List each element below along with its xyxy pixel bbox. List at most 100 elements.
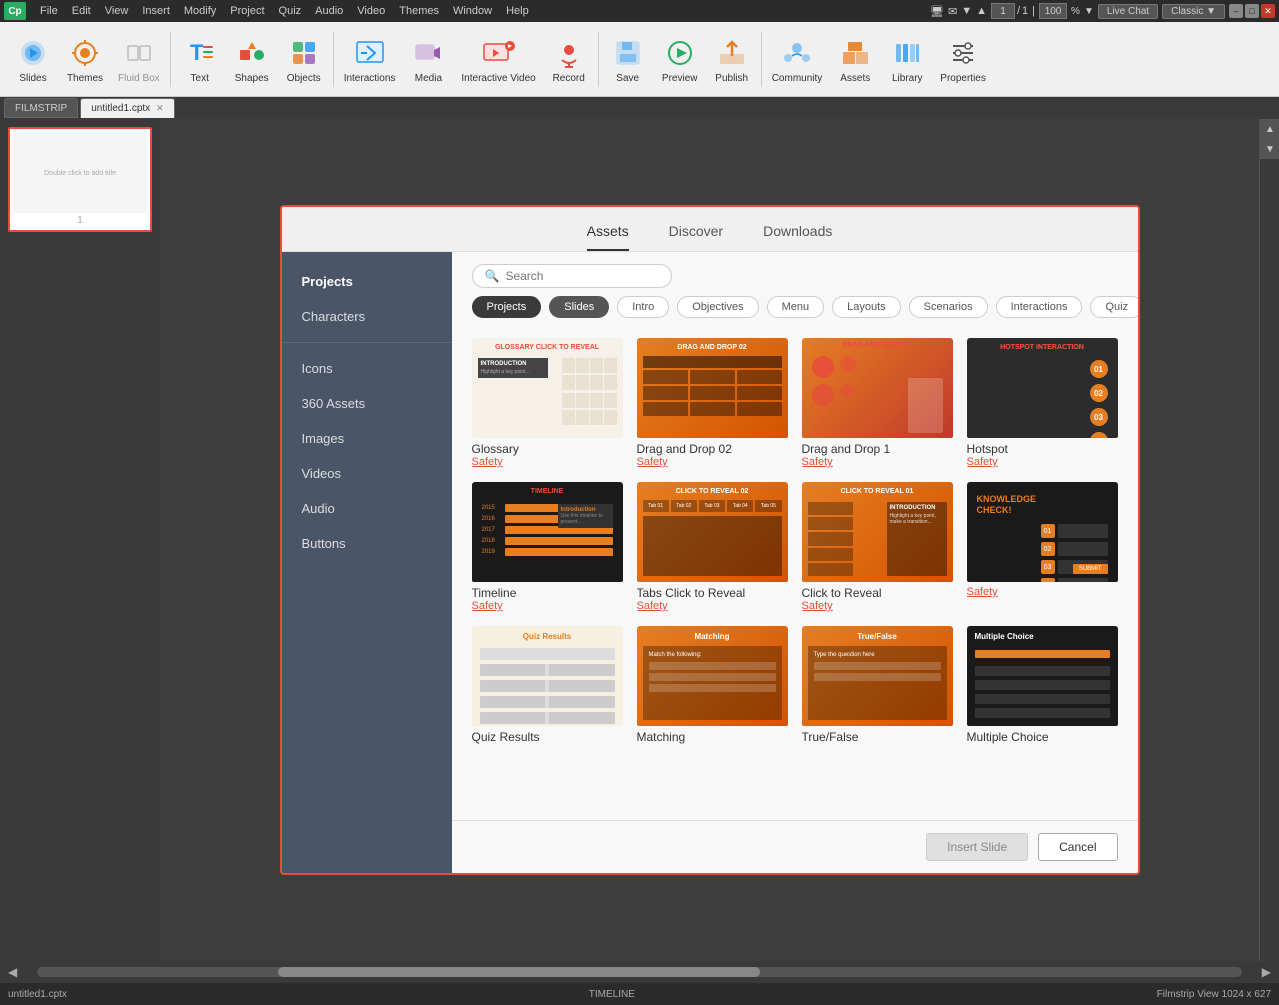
grid-item-tf[interactable]: Type the question here True/False [802,626,953,744]
filter-menu[interactable]: Menu [767,296,825,318]
live-chat-button[interactable]: Live Chat [1098,4,1158,19]
maximize-button[interactable]: □ [1245,4,1259,18]
page-current-input[interactable] [991,3,1015,19]
nav-360assets[interactable]: 360 Assets [282,386,452,421]
filter-interactions[interactable]: Interactions [996,296,1083,318]
nav-characters[interactable]: Characters [282,299,452,334]
toolbar-objects[interactable]: Objects [279,26,329,92]
grid-item-dnd02[interactable]: Drag and Drop 02 Safety [637,338,788,468]
menu-audio[interactable]: Audio [309,3,349,19]
cancel-button[interactable]: Cancel [1038,833,1117,861]
close-button[interactable]: ✕ [1261,4,1275,18]
filter-intro[interactable]: Intro [617,296,669,318]
modal-tab-downloads[interactable]: Downloads [763,223,832,251]
toolbar-preview[interactable]: Preview [655,26,705,92]
filter-layouts[interactable]: Layouts [832,296,901,318]
menu-insert[interactable]: Insert [136,3,176,19]
timeline-label: TIMELINE [67,989,1157,1000]
filter-projects[interactable]: Projects [472,296,542,318]
tab-file-label: untitled1.cptx [91,103,150,114]
toolbar-interactions[interactable]: Interactions [338,26,402,92]
filmstrip-slide-1[interactable]: Double click to add title 1 [8,127,152,232]
dnd02-sublabel[interactable]: Safety [637,456,788,468]
toolbar-save[interactable]: Save [603,26,653,92]
scroll-left-arrow[interactable]: ◀ [8,965,17,979]
filter-quiz[interactable]: Quiz [1090,296,1137,318]
toolbar-assets[interactable]: Assets [830,26,880,92]
modal-body: Projects Characters Icons 360 Assets Ima… [282,252,1138,873]
grid-item-knowledge[interactable]: KNOWLEDGECHECK! 01 02 03 04 SUBMIT [967,482,1118,612]
nav-audio[interactable]: Audio [282,491,452,526]
toolbar-interactive-video[interactable]: Interactive Video [455,26,541,92]
grid-item-tabs[interactable]: Tab 01 Tab 02 Tab 03 Tab 04 Tab 05 [637,482,788,612]
grid-item-ctr[interactable]: INTRODUCTION Highlight a key point, make… [802,482,953,612]
preview-label: Preview [662,73,698,84]
save-label: Save [616,73,639,84]
scroll-right-arrow[interactable]: ▶ [1262,965,1271,979]
asset-library-modal: Assets Discover Downloads Projects Chara… [280,205,1140,875]
minimize-button[interactable]: – [1229,4,1243,18]
tabs-sublabel[interactable]: Safety [637,600,788,612]
menu-view[interactable]: View [99,3,135,19]
knowledge-sublabel[interactable]: Safety [967,586,1118,598]
scrollbar-thumb [278,967,760,977]
toolbar-community[interactable]: Community [766,26,829,92]
hotspot-sublabel[interactable]: Safety [967,456,1118,468]
record-label: Record [553,73,585,84]
scroll-down-arrow[interactable]: ▼ [1260,139,1279,159]
grid-item-dnd01[interactable]: Drag and Drop 1 Safety [802,338,953,468]
grid-item-quiz[interactable]: Quiz Results [472,626,623,744]
filter-objectives[interactable]: Objectives [677,296,758,318]
modal-grid: INTRODUCTION Highlight a key point... [472,328,1118,754]
menu-project[interactable]: Project [224,3,270,19]
search-input[interactable] [505,269,645,283]
insert-slide-button[interactable]: Insert Slide [926,833,1028,861]
nav-videos[interactable]: Videos [282,456,452,491]
grid-item-mc[interactable]: Multiple Choice [967,626,1118,744]
page-zoom: | [1032,5,1035,17]
tab-close-icon[interactable]: ✕ [156,103,164,114]
modal-tab-assets[interactable]: Assets [587,223,629,251]
nav-images[interactable]: Images [282,421,452,456]
scroll-up-arrow[interactable]: ▲ [1260,119,1279,139]
toolbar-record[interactable]: Record [544,26,594,92]
filter-slides[interactable]: Slides [549,296,609,318]
toolbar-themes[interactable]: Themes [60,26,110,92]
grid-item-timeline[interactable]: 2015 2016 2017 2018 2019 Introduction [472,482,623,612]
toolbar-properties[interactable]: Properties [934,26,992,92]
menu-quiz[interactable]: Quiz [273,3,308,19]
ctr-sublabel[interactable]: Safety [802,600,953,612]
modal-tab-discover[interactable]: Discover [669,223,723,251]
tab-filmstrip[interactable]: FILMSTRIP [4,98,78,118]
grid-item-matching[interactable]: Match the following: [637,626,788,744]
classic-button[interactable]: Classic ▼ [1162,4,1225,19]
menu-video[interactable]: Video [351,3,391,19]
timeline-sublabel[interactable]: Safety [472,600,623,612]
toolbar-publish[interactable]: Publish [707,26,757,92]
grid-item-hotspot[interactable]: HOTSPOT INTERACTION 01 02 03 04 H [967,338,1118,468]
toolbar-shapes[interactable]: Shapes [227,26,277,92]
filter-scenarios[interactable]: Scenarios [909,296,988,318]
tab-file[interactable]: untitled1.cptx ✕ [80,98,174,118]
nav-icons[interactable]: Icons [282,351,452,386]
library-label: Library [892,73,923,84]
grid-item-glossary[interactable]: INTRODUCTION Highlight a key point... [472,338,623,468]
menu-modify[interactable]: Modify [178,3,222,19]
menu-themes[interactable]: Themes [393,3,445,19]
toolbar-slides[interactable]: Slides [8,26,58,92]
toolbar-library[interactable]: Library [882,26,932,92]
glossary-sublabel[interactable]: Safety [472,456,623,468]
toolbar-fluidbox[interactable]: Fluid Box [112,26,166,92]
dnd01-sublabel[interactable]: Safety [802,456,953,468]
menu-edit[interactable]: Edit [66,3,97,19]
toolbar-text[interactable]: T Text [175,26,225,92]
menu-file[interactable]: File [34,3,64,19]
nav-buttons[interactable]: Buttons [282,526,452,561]
menu-window[interactable]: Window [447,3,498,19]
toolbar-media[interactable]: Media [403,26,453,92]
nav-projects[interactable]: Projects [282,264,452,299]
horizontal-scrollbar[interactable] [37,967,1242,977]
modal-tabs: Assets Discover Downloads [282,207,1138,252]
zoom-input[interactable] [1039,3,1067,19]
menu-help[interactable]: Help [500,3,535,19]
